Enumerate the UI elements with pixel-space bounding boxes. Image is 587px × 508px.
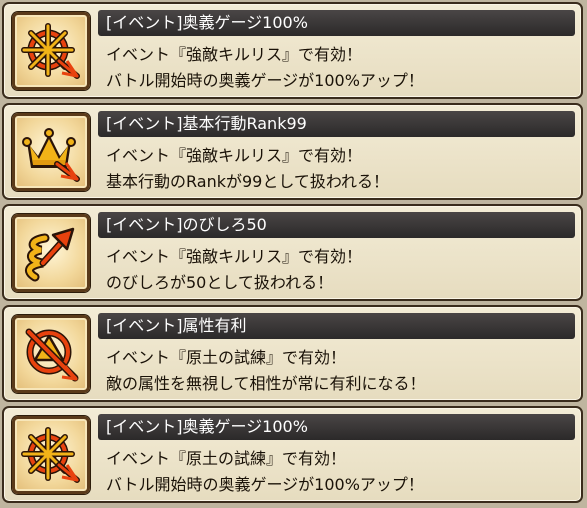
skill-card[interactable]: [イベント]基本行動Rank99 イベント『強敵キルリス』で有効！ 基本行動のR… [2, 103, 583, 200]
skill-description-line: イベント『原土の試練』で有効！ [106, 348, 347, 367]
crown-rank-icon [22, 128, 80, 182]
skill-description: イベント『強敵キルリス』で有効！ 基本行動のRankが99として扱われる！ [106, 143, 575, 195]
skill-description-line: 基本行動のRankが99として扱われる！ [106, 172, 390, 191]
skill-description-line: のびしろが50として扱われる！ [106, 273, 334, 292]
skill-card[interactable]: [イベント]のびしろ50 イベント『強敵キルリス』で有効！ のびしろが50として… [2, 204, 583, 301]
spring-arrow-icon [25, 227, 75, 282]
skill-description-line: イベント『強敵キルリス』で有効！ [106, 247, 363, 266]
ougi-gauge-icon [21, 427, 80, 483]
skill-icon-frame [12, 315, 90, 393]
skill-title: [イベント]基本行動Rank99 [98, 111, 575, 137]
skill-title: [イベント]のびしろ50 [98, 212, 575, 238]
skill-description: イベント『原土の試練』で有効！ バトル開始時の奥義ゲージが100%アップ！ [106, 446, 575, 498]
skill-icon-frame [12, 12, 90, 90]
attribute-advantage-icon [25, 328, 79, 382]
skill-icon-frame [12, 416, 90, 494]
skill-description-line: イベント『強敵キルリス』で有効！ [106, 146, 363, 165]
skill-list: [イベント]奥義ゲージ100% イベント『強敵キルリス』で有効！ バトル開始時の… [0, 0, 587, 508]
skill-title: [イベント]奥義ゲージ100% [98, 414, 575, 440]
skill-description-line: バトル開始時の奥義ゲージが100%アップ！ [106, 475, 424, 494]
skill-description-line: イベント『強敵キルリス』で有効！ [106, 45, 363, 64]
skill-description: イベント『強敵キルリス』で有効！ バトル開始時の奥義ゲージが100%アップ！ [106, 42, 575, 94]
skill-description: イベント『強敵キルリス』で有効！ のびしろが50として扱われる！ [106, 244, 575, 296]
skill-icon-frame [12, 113, 90, 191]
skill-card[interactable]: [イベント]奥義ゲージ100% イベント『強敵キルリス』で有効！ バトル開始時の… [2, 2, 583, 99]
skill-description-line: バトル開始時の奥義ゲージが100%アップ！ [106, 71, 424, 90]
skill-description-line: イベント『原土の試練』で有効！ [106, 449, 347, 468]
ougi-gauge-icon [21, 23, 80, 79]
skill-title: [イベント]奥義ゲージ100% [98, 10, 575, 36]
skill-icon-frame [12, 214, 90, 292]
skill-card[interactable]: [イベント]属性有利 イベント『原土の試練』で有効！ 敵の属性を無視して相性が常… [2, 305, 583, 402]
skill-title: [イベント]属性有利 [98, 313, 575, 339]
skill-description-line: 敵の属性を無視して相性が常に有利になる！ [106, 374, 426, 393]
skill-description: イベント『原土の試練』で有効！ 敵の属性を無視して相性が常に有利になる！ [106, 345, 575, 397]
skill-card[interactable]: [イベント]奥義ゲージ100% イベント『原土の試練』で有効！ バトル開始時の奥… [2, 406, 583, 503]
